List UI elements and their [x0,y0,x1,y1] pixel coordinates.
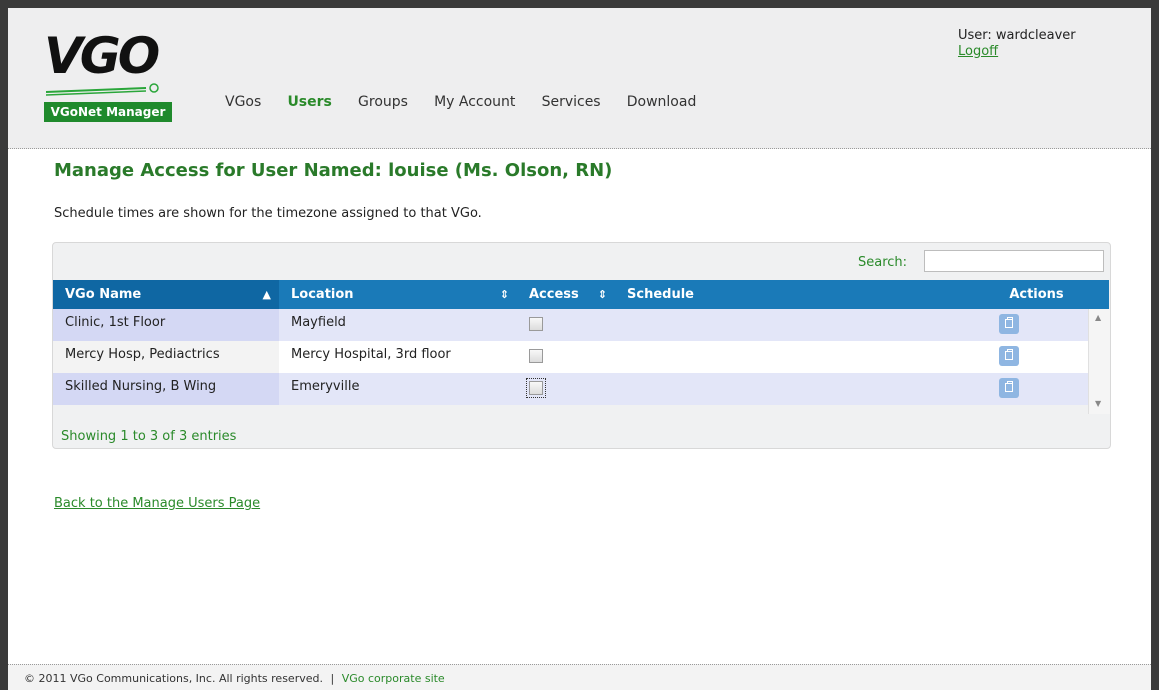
browser-page: VGO VGoNet Manager VGos Users Groups My … [8,8,1151,690]
access-checkbox[interactable] [529,317,543,331]
table-info: Showing 1 to 3 of 3 entries [61,429,237,444]
schedule-action-button[interactable] [999,314,1019,334]
nav-vgos[interactable]: VGos [225,94,261,110]
copyright-text: © 2011 VGo Communications, Inc. All righ… [24,672,323,685]
scroll-down-icon[interactable]: ▼ [1095,399,1101,408]
scroll-up-icon[interactable]: ▲ [1095,313,1101,322]
calendar-icon [1005,381,1013,392]
column-header-schedule[interactable]: Schedule [615,280,985,309]
search-input[interactable] [924,250,1104,272]
column-header-access[interactable]: Access ⇕ [517,280,615,309]
page-header: VGO VGoNet Manager VGos Users Groups My … [8,8,1151,149]
table-row: Clinic, 1st Floor Mayfield [53,309,1088,341]
column-header-actions: Actions [985,280,1088,309]
column-header-label: VGo Name [65,287,142,302]
access-checkbox[interactable] [526,378,546,398]
logo-swoosh-icon [46,83,159,96]
column-header-label: Access [529,287,579,302]
cell-location: Mayfield [291,315,346,330]
logoff-link[interactable]: Logoff [958,44,1076,60]
calendar-icon [1005,317,1013,328]
main-nav: VGos Users Groups My Account Services Do… [225,94,718,110]
cell-location: Mercy Hospital, 3rd floor [291,347,451,362]
site-footer: © 2011 VGo Communications, Inc. All righ… [8,664,1151,690]
calendar-icon [1005,349,1013,360]
schedule-action-button[interactable] [999,378,1019,398]
table-row: Mercy Hosp, Pediactrics Mercy Hospital, … [53,341,1088,373]
nav-users[interactable]: Users [287,94,331,110]
page-title: Manage Access for User Named: louise (Ms… [54,160,613,181]
table-scrollbar[interactable]: ▲ ▼ [1088,309,1110,414]
schedule-action-button[interactable] [999,346,1019,366]
column-header-label: Actions [1009,287,1064,302]
sort-both-icon: ⇕ [499,288,509,301]
corporate-site-link[interactable]: VGo corporate site [342,672,445,685]
sort-ascending-icon: ▲ [262,288,271,301]
nav-groups[interactable]: Groups [358,94,408,110]
cell-vgo-name: Clinic, 1st Floor [53,309,279,341]
vgo-logo[interactable]: VGO VGoNet Manager [44,26,172,122]
logo-wordmark: VGO [44,27,160,85]
footer-separator: | [330,672,335,685]
back-to-manage-users-link[interactable]: Back to the Manage Users Page [54,496,260,511]
timezone-note: Schedule times are shown for the timezon… [54,206,482,221]
nav-services[interactable]: Services [542,94,601,110]
column-header-location[interactable]: Location ⇕ [279,280,517,309]
cell-location: Emeryville [291,379,360,394]
table-header: VGo Name ▲ Location ⇕ Access ⇕ Schedule … [53,280,1109,309]
sort-both-icon: ⇕ [597,288,607,301]
nav-download[interactable]: Download [627,94,697,110]
table-body: Clinic, 1st Floor Mayfield Mercy Hosp, P… [53,309,1088,414]
column-header-vgo-name[interactable]: VGo Name ▲ [53,280,279,309]
nav-my-account[interactable]: My Account [434,94,515,110]
access-checkbox[interactable] [529,349,543,363]
column-header-label: Location [291,287,354,302]
column-header-label: Schedule [627,287,694,302]
cell-vgo-name: Skilled Nursing, B Wing [53,373,279,405]
cell-vgo-name: Mercy Hosp, Pediactrics [53,341,279,373]
access-table-panel: Search: VGo Name ▲ Location ⇕ Access ⇕ S… [52,242,1111,449]
table-row: Skilled Nursing, B Wing Emeryville [53,373,1088,405]
search-label: Search: [858,255,908,270]
user-info: User: wardcleaver Logoff [958,28,1076,60]
current-user-label: User: wardcleaver [958,28,1076,43]
vgonet-manager-badge: VGoNet Manager [44,102,172,122]
